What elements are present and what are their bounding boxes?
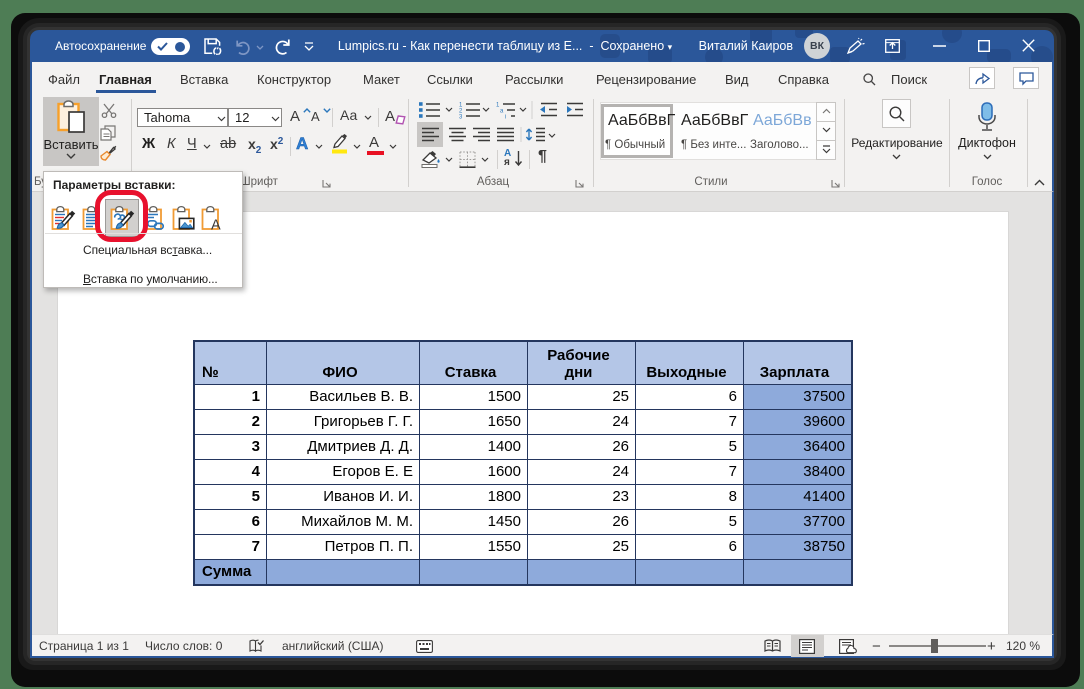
svg-text:a: a xyxy=(500,109,504,115)
svg-text:3: 3 xyxy=(459,115,463,121)
svg-text:i: i xyxy=(505,115,506,121)
svg-text:A: A xyxy=(211,218,221,234)
